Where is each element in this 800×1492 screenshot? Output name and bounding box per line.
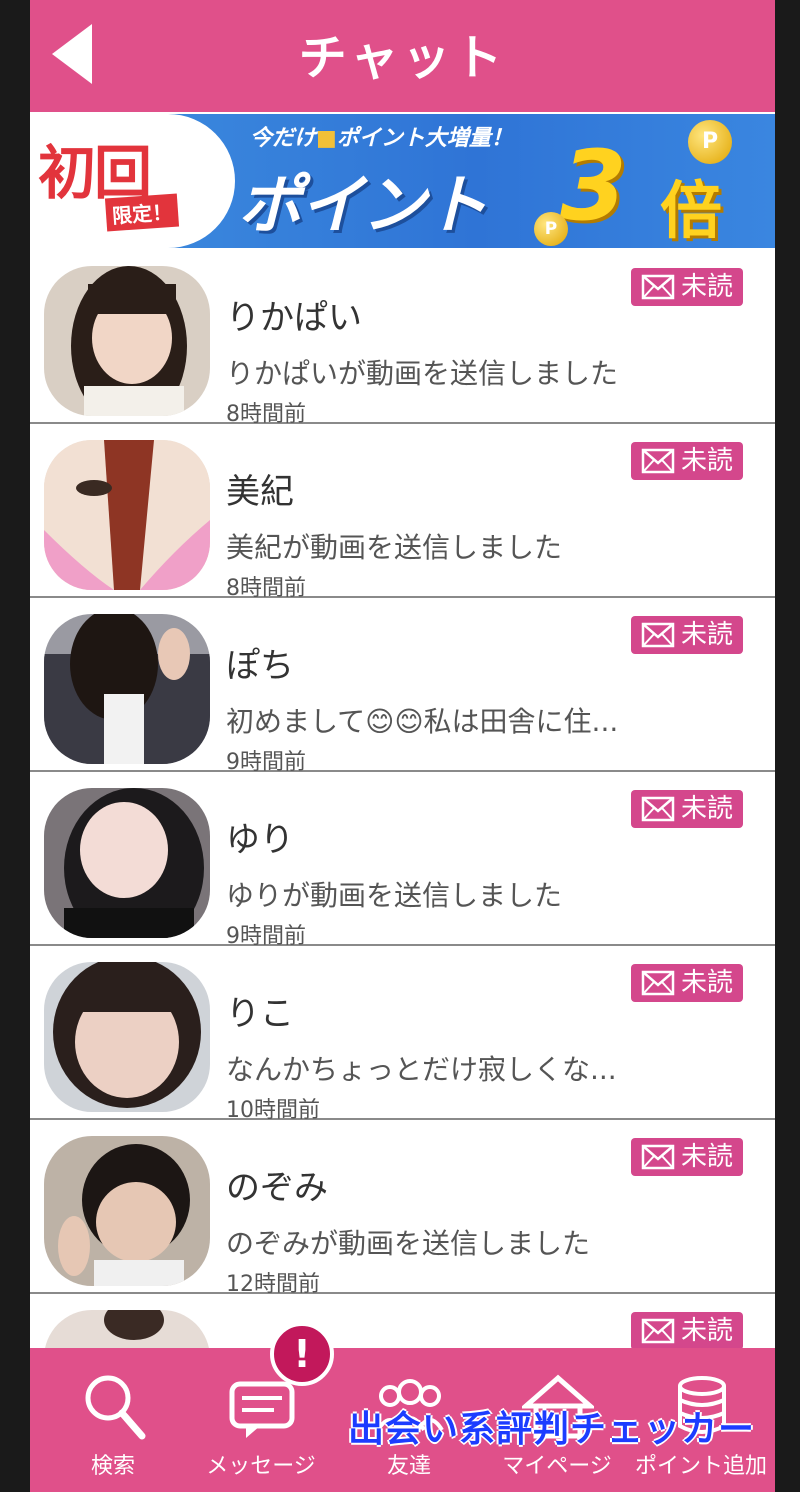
banner-subtitle: 今だけ■ポイント大増量！ bbox=[250, 120, 513, 152]
chat-list-item[interactable]: 美紀 美紀が動画を送信しました 8時間前 未読 bbox=[30, 424, 775, 601]
chat-list-item[interactable]: ゆり ゆりが動画を送信しました 9時間前 未読 bbox=[30, 772, 775, 949]
banner-subtitle-rest: ポイント大増量！ bbox=[336, 126, 513, 151]
mail-icon bbox=[641, 970, 675, 996]
banner-limited: 限定！ bbox=[104, 193, 180, 232]
avatar-photo bbox=[44, 266, 210, 416]
avatar[interactable] bbox=[44, 1136, 210, 1286]
nav-add-points-label: ポイント追加 bbox=[634, 1454, 767, 1479]
avatar[interactable] bbox=[44, 962, 210, 1112]
avatar[interactable] bbox=[44, 440, 210, 590]
banner-multiplier: 3 bbox=[560, 130, 627, 242]
avatar-photo bbox=[44, 440, 210, 590]
unread-label: 未読 bbox=[680, 968, 733, 998]
unread-label: 未読 bbox=[680, 446, 733, 476]
chat-preview: 美紀が動画を送信しました bbox=[226, 531, 563, 564]
chat-list-item[interactable]: りかぱい りかぱいが動画を送信しました 8時間前 未読 bbox=[30, 250, 775, 427]
chat-list-item[interactable]: 未読 bbox=[30, 1294, 775, 1348]
unread-label: 未読 bbox=[680, 1316, 733, 1346]
avatar[interactable] bbox=[44, 614, 210, 764]
banner-times: 倍 bbox=[660, 174, 723, 247]
chat-preview: 初めまして😊😊私は田舎に住... bbox=[226, 705, 619, 738]
chat-name: 美紀 bbox=[226, 472, 294, 512]
mail-icon bbox=[641, 448, 675, 474]
coin-icon: P bbox=[534, 212, 568, 246]
unread-badge: 未読 bbox=[630, 616, 743, 654]
mail-icon bbox=[641, 1318, 675, 1344]
avatar[interactable] bbox=[44, 266, 210, 416]
unread-badge: 未読 bbox=[630, 442, 743, 480]
avatar-photo bbox=[44, 614, 210, 764]
chat-name: ぽち bbox=[226, 646, 294, 686]
nav-home-label: マイページ bbox=[502, 1454, 612, 1479]
unread-badge: 未読 bbox=[630, 268, 743, 306]
page-title: チャット bbox=[298, 30, 507, 86]
avatar-photo bbox=[44, 1136, 210, 1286]
mail-icon bbox=[641, 796, 675, 822]
banner-subtitle-now: 今だけ bbox=[250, 126, 317, 151]
avatar[interactable] bbox=[44, 788, 210, 938]
avatar[interactable] bbox=[44, 1310, 210, 1348]
banner-main-text: ポイント bbox=[238, 169, 488, 243]
chat-name: ゆり bbox=[226, 820, 294, 860]
unread-label: 未読 bbox=[680, 620, 733, 650]
banner-first-time-area: 初回 限定！ bbox=[30, 114, 235, 248]
mail-icon bbox=[641, 622, 675, 648]
watermark: 出会い系評判チェッカー bbox=[348, 1409, 756, 1450]
avatar-photo bbox=[44, 1310, 210, 1348]
unread-label: 未読 bbox=[680, 1142, 733, 1172]
unread-badge: 未読 bbox=[630, 964, 743, 1002]
nav-friends-label: 友達 bbox=[386, 1454, 431, 1479]
chat-preview: りかぱいが動画を送信しました bbox=[226, 357, 619, 390]
unread-badge: 未読 bbox=[630, 1312, 743, 1348]
search-icon bbox=[85, 1375, 146, 1440]
chat-preview: なんかちょっとだけ寂しくな... bbox=[226, 1053, 617, 1086]
unread-badge: 未読 bbox=[630, 1138, 743, 1176]
chat-name: りかぱい bbox=[226, 298, 362, 338]
chat-list[interactable]: りかぱい りかぱいが動画を送信しました 8時間前 未読 美紀 美紀が動画を送信し… bbox=[30, 250, 775, 1348]
nav-messages-label: メッセージ bbox=[206, 1454, 316, 1479]
chat-preview: ゆりが動画を送信しました bbox=[226, 879, 563, 912]
chat-name: のぞみ bbox=[226, 1168, 328, 1208]
unread-label: 未読 bbox=[680, 794, 733, 824]
chat-name: りこ bbox=[226, 994, 294, 1034]
chat-list-item[interactable]: のぞみ のぞみが動画を送信しました 12時間前 未読 bbox=[30, 1120, 775, 1297]
unread-label: 未読 bbox=[680, 272, 733, 302]
mail-icon bbox=[641, 274, 675, 300]
mail-icon bbox=[641, 1144, 675, 1170]
nav-search-label: 検索 bbox=[90, 1454, 135, 1479]
avatar-photo bbox=[44, 962, 210, 1112]
chat-list-item[interactable]: りこ なんかちょっとだけ寂しくな... 10時間前 未読 bbox=[30, 946, 775, 1123]
chat-preview: のぞみが動画を送信しました bbox=[226, 1227, 591, 1260]
avatar-photo bbox=[44, 788, 210, 938]
phone-screen: チャット 初回 限定！ 今だけ■ポイント大増量！ ポイント 3 倍 P P りか… bbox=[30, 0, 775, 1492]
chat-list-item[interactable]: ぽち 初めまして😊😊私は田舎に住... 9時間前 未読 bbox=[30, 598, 775, 775]
coin-icon: P bbox=[688, 120, 732, 164]
promo-banner[interactable]: 初回 限定！ 今だけ■ポイント大増量！ ポイント 3 倍 P P bbox=[30, 114, 775, 248]
gift-icon: ■ bbox=[316, 126, 337, 151]
new-message-alert-badge: ! bbox=[270, 1322, 334, 1386]
unread-badge: 未読 bbox=[630, 790, 743, 828]
app-header: チャット bbox=[30, 0, 775, 112]
nav-search[interactable]: 検索 bbox=[38, 1348, 188, 1492]
